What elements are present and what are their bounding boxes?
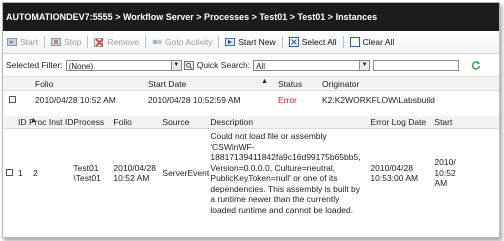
table-row[interactable]: 2010/04/28 10:52 AM 2010/04/28 10:52:59 … — [3, 91, 499, 109]
selected-filter-label: Selected Filter: — [6, 60, 63, 70]
filter-browse-icon[interactable] — [183, 60, 194, 70]
select-all-label: Select All — [301, 37, 337, 47]
quick-search-value: All — [256, 61, 265, 71]
sort-ascending-icon: ▲ — [30, 117, 37, 124]
toolbar-separator — [87, 36, 89, 48]
toolbar: Start Stop Remove Goto Activity Start Ne… — [3, 31, 499, 54]
toolbar-separator — [342, 36, 344, 48]
instances-table: Folio Start Date ▲ Status Originator 201… — [3, 77, 499, 108]
folio-column-header[interactable]: Folio — [35, 77, 148, 91]
start-button[interactable]: Start — [7, 37, 38, 47]
description-column-header[interactable]: Description — [210, 116, 371, 129]
select-column-header — [3, 77, 35, 91]
stop-button[interactable]: Stop — [50, 37, 82, 47]
remove-icon — [94, 37, 105, 47]
toolbar-separator — [218, 36, 220, 48]
start-new-icon — [225, 37, 236, 47]
source-column-header[interactable]: Source — [162, 116, 211, 129]
instance-status: Error — [278, 94, 297, 105]
instance-folio: 2010/04/28 10:52 AM — [35, 94, 116, 105]
remove-label: Remove — [107, 37, 140, 47]
refresh-icon[interactable] — [471, 60, 481, 70]
start-new-button[interactable]: Start New — [225, 37, 276, 47]
error-log-table: ID ▲ Proc Inst ID Process Folio Source D… — [3, 116, 499, 217]
error-process: Test01 \Test01 — [73, 162, 101, 184]
selected-filter-value: (None) — [68, 61, 94, 71]
table-row[interactable]: 1 2 Test01 \Test01 2010/04/28 10:52 AM S… — [3, 129, 499, 218]
row-checkbox[interactable] — [9, 95, 16, 103]
instance-start-date: 2010/04/28 10:52:59 AM — [148, 94, 241, 105]
toolbar-separator — [281, 36, 283, 48]
quick-search-dropdown[interactable]: All ▼ — [253, 59, 371, 71]
error-log-header-row: ID ▲ Proc Inst ID Process Folio Source D… — [3, 116, 499, 129]
start-column-header[interactable]: Start — [434, 116, 499, 129]
error-proc-inst-id: 2 — [33, 167, 38, 178]
status-column-header[interactable]: Status — [278, 77, 322, 91]
clear-all-label: Clear All — [362, 37, 395, 47]
stop-label: Stop — [63, 37, 82, 47]
id-column-header[interactable]: ID ▲ — [18, 116, 37, 129]
select-all-button[interactable]: Select All — [288, 37, 337, 47]
toolbar-separator — [145, 36, 147, 48]
instances-header-row: Folio Start Date ▲ Status Originator — [3, 77, 499, 91]
error-log-date: 2010/04/28 10:53:00 AM — [370, 162, 419, 184]
folio-column-header[interactable]: Folio — [113, 116, 163, 129]
breadcrumb: AUTOMATIONDEV7:5555 > Workflow Server > … — [3, 3, 499, 31]
instance-originator: K2:K2WORKFLOW\Labsbuild — [322, 94, 435, 105]
goto-activity-button[interactable]: Goto Activity — [152, 37, 212, 47]
chevron-down-icon: ▼ — [170, 60, 181, 70]
instances-window: AUTOMATIONDEV7:5555 > Workflow Server > … — [2, 2, 500, 238]
selected-filter-dropdown[interactable]: (None) ▼ — [65, 59, 182, 71]
error-description: Could not load file or assembly 'CSWinWF… — [210, 131, 361, 215]
quick-search-label: Quick Search: — [196, 60, 251, 70]
stop-icon — [50, 37, 61, 47]
originator-column-header[interactable]: Originator — [322, 77, 499, 91]
remove-button[interactable]: Remove — [94, 37, 139, 47]
chevron-down-icon: ▼ — [359, 60, 370, 70]
error-folio: 2010/04/28 10:52 AM — [113, 162, 156, 184]
select-column-header — [3, 116, 18, 129]
select-all-icon — [288, 37, 299, 47]
start-icon — [7, 37, 17, 47]
filter-bar: Selected Filter: (None) ▼ Quick Search: … — [3, 54, 499, 77]
sort-ascending-icon: ▲ — [261, 78, 268, 85]
error-id: 1 — [18, 167, 23, 178]
error-start: 2010/ 10:52 AM — [434, 157, 456, 189]
clear-all-button[interactable]: Clear All — [349, 37, 395, 47]
start-new-label: Start New — [238, 37, 276, 47]
search-input[interactable] — [373, 59, 460, 71]
error-source: ServerEvent — [162, 167, 210, 178]
goto-activity-icon — [152, 37, 162, 47]
start-label: Start — [20, 37, 38, 47]
process-column-header[interactable]: Process — [73, 116, 114, 129]
toolbar-separator — [43, 36, 45, 48]
error-log-date-column-header[interactable]: Error Log Date — [370, 116, 435, 129]
row-checkbox[interactable] — [6, 168, 13, 176]
clear-all-icon — [349, 37, 360, 47]
start-date-column-header[interactable]: Start Date ▲ — [148, 77, 278, 91]
goto-activity-label: Goto Activity — [165, 37, 213, 47]
